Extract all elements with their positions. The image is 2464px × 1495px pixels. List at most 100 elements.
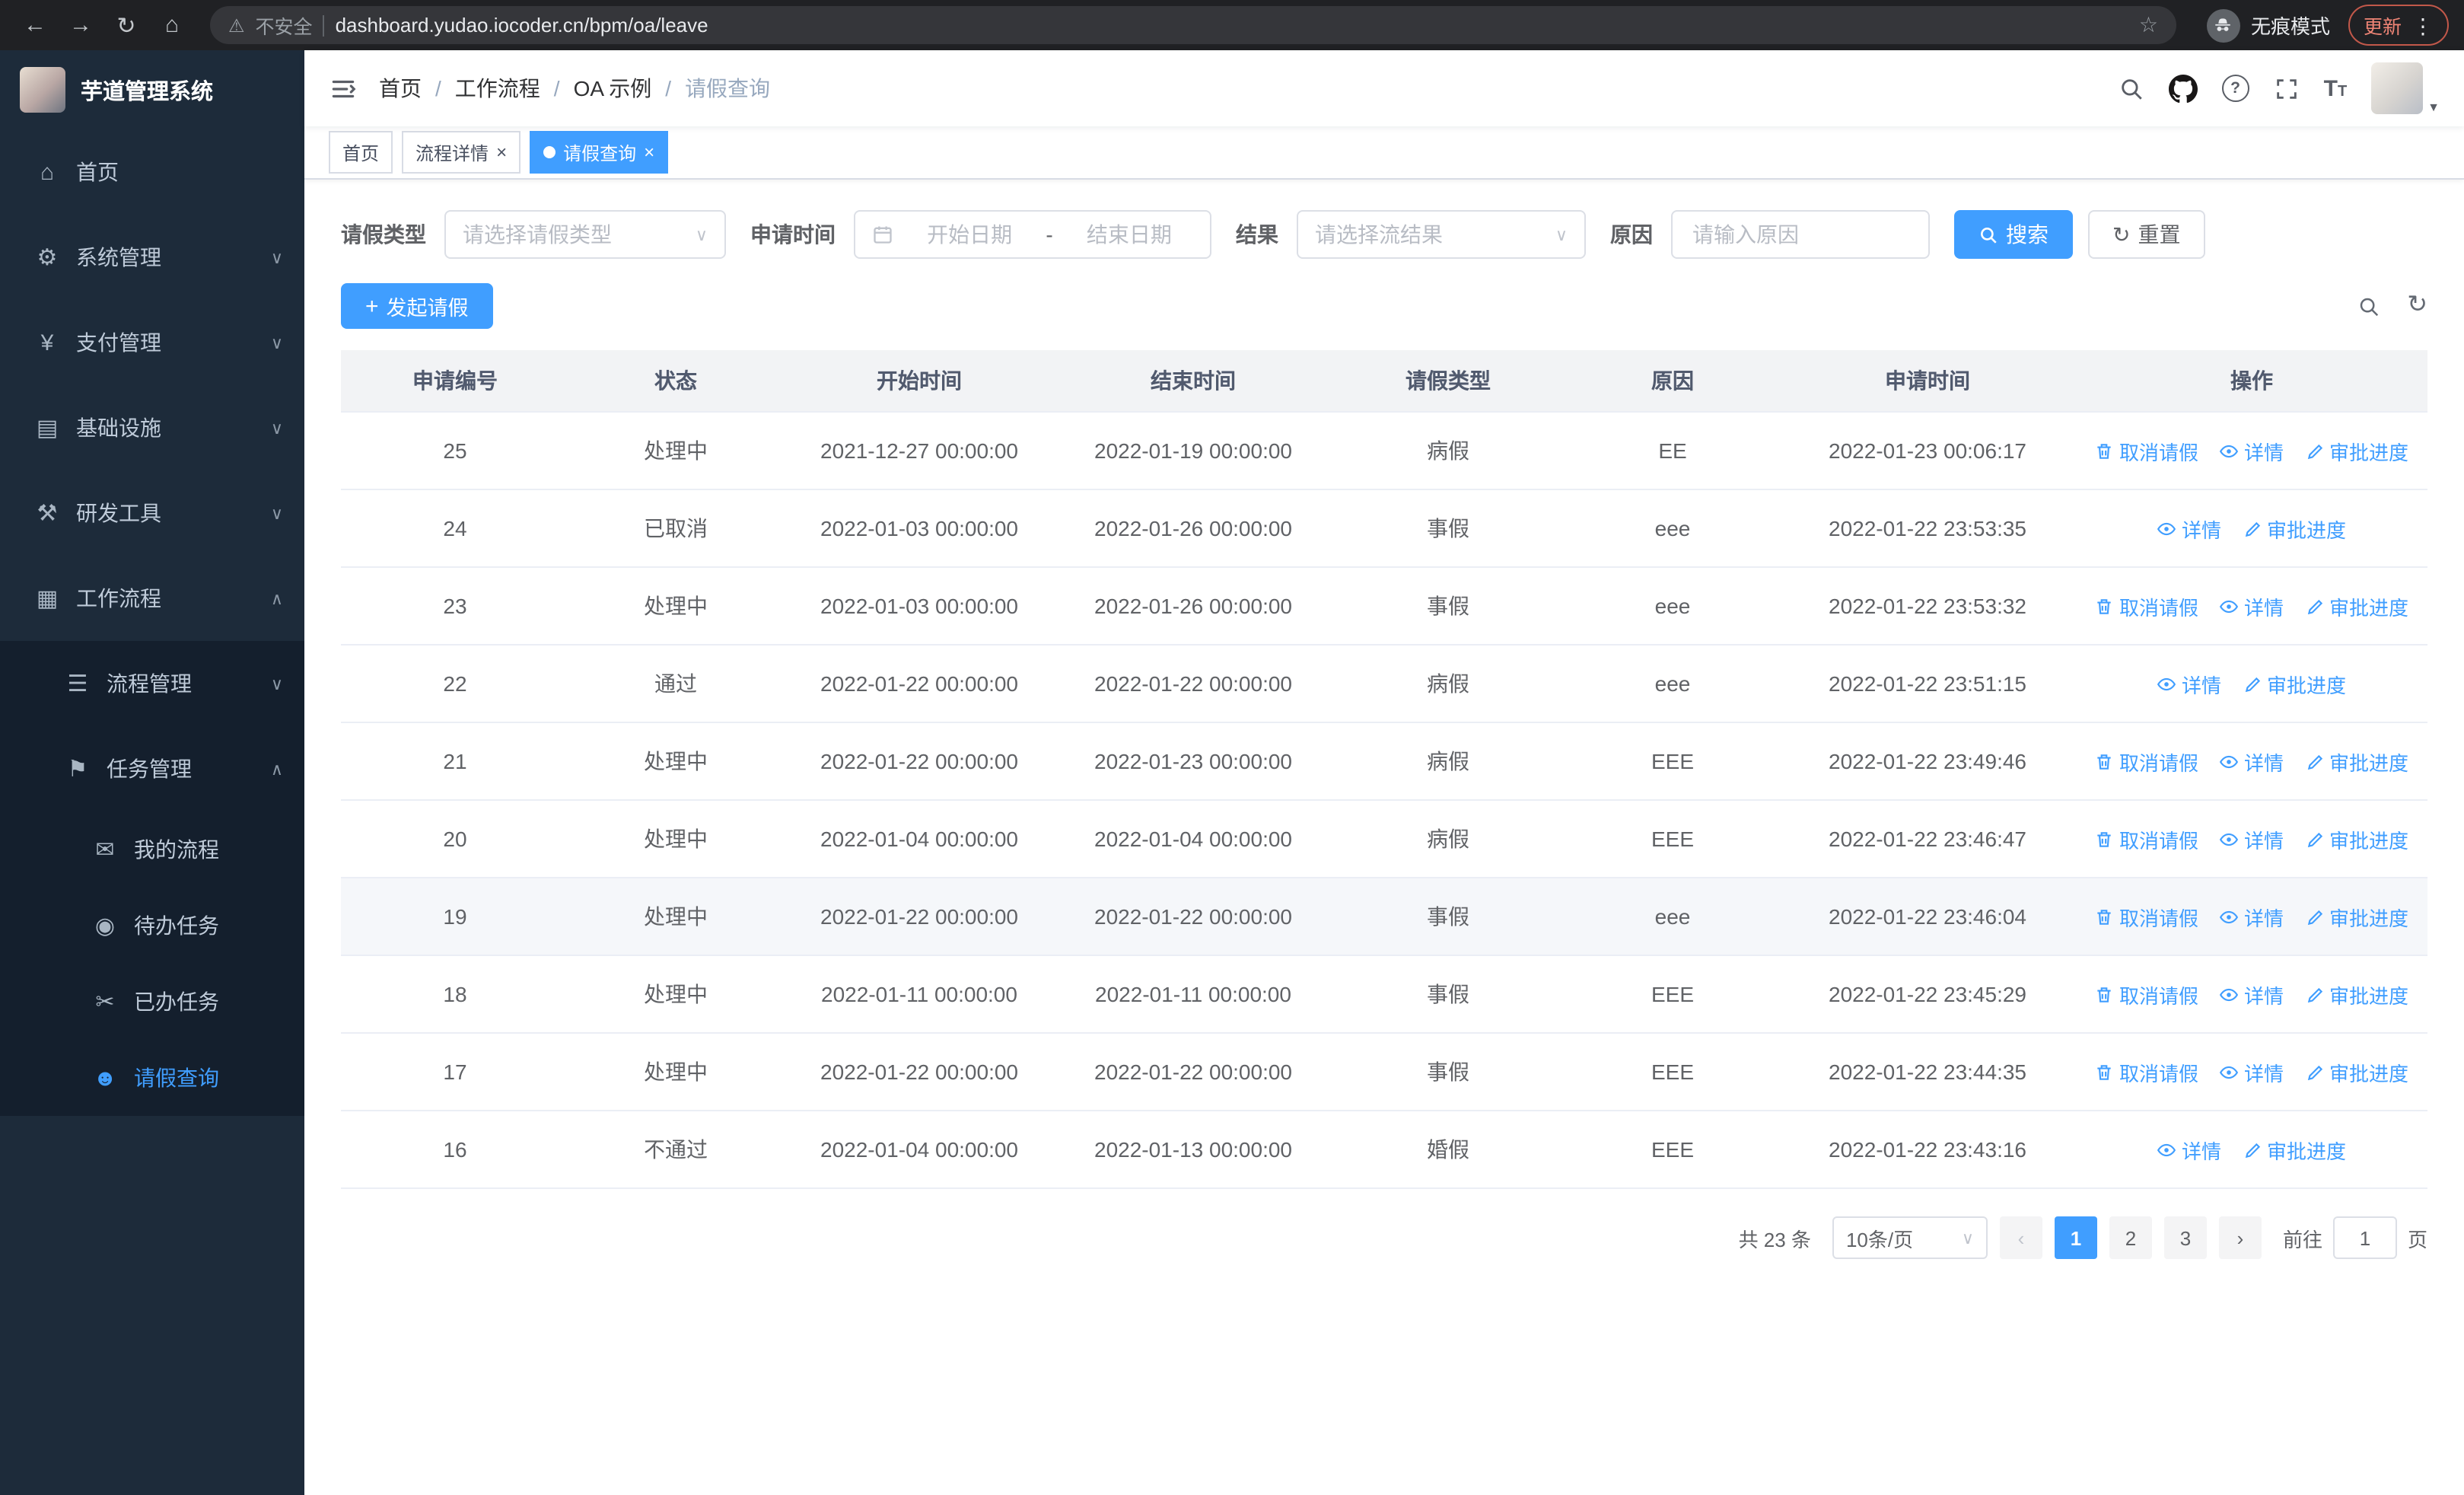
address-bar[interactable]: ⚠ 不安全 dashboard.yudao.iocoder.cn/bpm/oa/… [210,6,2176,44]
prev-page-button[interactable]: ‹ [1999,1216,2042,1259]
next-page-button[interactable]: › [2218,1216,2262,1259]
reload-icon[interactable]: ↻ [107,5,146,45]
search-icon[interactable] [2119,75,2144,101]
sidebar-item-task-management[interactable]: ⚑ 任务管理 ∧ [0,726,304,811]
cell-id: 20 [341,800,569,878]
back-icon[interactable]: ← [15,5,55,45]
detail-action-link[interactable]: 详情 [2220,436,2284,465]
sidebar-item-todo-tasks[interactable]: ◉ 待办任务 [0,888,304,964]
cell-id: 23 [341,567,569,645]
table-search-icon[interactable] [2357,295,2380,317]
close-icon[interactable]: × [644,143,654,161]
detail-action-link[interactable]: 详情 [2220,980,2284,1009]
cell-end-time: 2022-01-26 00:00:00 [1056,489,1330,568]
sidebar-item-process-management[interactable]: ☰ 流程管理 ∨ [0,641,304,726]
page-button-1[interactable]: 1 [2054,1216,2097,1259]
cell-reason: eee [1566,567,1779,645]
progress-action-link[interactable]: 审批进度 [2305,980,2408,1009]
progress-action-link[interactable]: 审批进度 [2243,669,2346,698]
chevron-down-icon: ∨ [270,419,283,438]
help-icon[interactable]: ? [2221,75,2249,102]
leave-type-select[interactable]: 请选择请假类型 ∨ [444,210,726,259]
reason-input[interactable] [1689,221,1912,248]
cell-start-time: 2022-01-22 00:00:00 [782,1033,1056,1111]
sidebar-item-leave-query[interactable]: ☻ 请假查询 [0,1040,304,1116]
detail-action-link[interactable]: 详情 [2157,1135,2221,1164]
github-icon[interactable] [2168,74,2198,103]
cancel-action-link[interactable]: 取消请假 [2095,824,2198,853]
sidebar-collapse-icon[interactable] [329,74,358,103]
update-button[interactable]: 更新 ⋮ [2348,5,2449,46]
progress-action-link[interactable]: 审批进度 [2243,1135,2346,1164]
breadcrumb-home[interactable]: 首页 [379,73,422,104]
task-flag-icon: ⚑ [67,757,88,783]
tab-leave-query[interactable]: 请假查询 × [530,131,669,174]
forward-icon[interactable]: → [61,5,100,45]
browser-home-icon[interactable]: ⌂ [152,5,192,45]
bookmark-star-icon[interactable]: ☆ [2139,12,2158,38]
browser-menu-icon[interactable]: ⋮ [2412,14,2434,36]
detail-action-link[interactable]: 详情 [2157,669,2221,698]
eye-icon [2220,444,2240,457]
edit-icon [2306,1064,2322,1080]
progress-action-link[interactable]: 审批进度 [2305,824,2408,853]
page-button-2[interactable]: 2 [2109,1216,2152,1259]
progress-action-link[interactable]: 审批进度 [2305,747,2408,776]
sidebar-item-devtools[interactable]: ⚒ 研发工具 ∨ [0,470,304,556]
tab-home[interactable]: 首页 [329,131,393,174]
fullscreen-icon[interactable] [2274,75,2300,101]
app-logo[interactable]: 芋道管理系统 [0,50,304,129]
progress-action-link[interactable]: 审批进度 [2305,436,2408,465]
sidebar-item-workflow[interactable]: ▦ 工作流程 ∧ [0,556,304,641]
sidebar-item-done-tasks[interactable]: ✂ 已办任务 [0,964,304,1040]
create-leave-button[interactable]: + 发起请假 [341,283,493,329]
progress-action-link[interactable]: 审批进度 [2243,514,2346,543]
detail-action-link[interactable]: 详情 [2220,824,2284,853]
sidebar-item-my-process[interactable]: ✉ 我的流程 [0,811,304,888]
search-button[interactable]: 搜索 [1954,210,2073,259]
breadcrumb-oa-example[interactable]: OA 示例 [574,73,652,104]
progress-action-link[interactable]: 审批进度 [2305,902,2408,931]
detail-action-link[interactable]: 详情 [2157,514,2221,543]
cell-leave-type: 病假 [1330,412,1566,490]
table-row: 17 处理中 2022-01-22 00:00:00 2022-01-22 00… [341,1033,2427,1111]
refresh-icon: ↻ [2112,222,2131,247]
progress-action-link[interactable]: 审批进度 [2305,1057,2408,1086]
page-size-select[interactable]: 10条/页 ∨ [1832,1216,1988,1259]
table-refresh-icon[interactable]: ↻ [2407,293,2427,318]
edit-icon [2306,987,2322,1003]
cancel-action-link[interactable]: 取消请假 [2095,436,2198,465]
sidebar-item-label: 任务管理 [107,757,192,781]
sidebar-item-system[interactable]: ⚙ 系统管理 ∨ [0,215,304,300]
sidebar-item-payment[interactable]: ¥ 支付管理 ∨ [0,300,304,385]
goto-page-input[interactable] [2332,1216,2397,1259]
table-row: 19 处理中 2022-01-22 00:00:00 2022-01-22 00… [341,878,2427,956]
sidebar-item-home[interactable]: ⌂ 首页 [0,129,304,215]
edit-icon [2306,754,2322,770]
cell-apply-time: 2022-01-22 23:51:15 [1779,645,2076,723]
result-select[interactable]: 请选择流结果 ∨ [1297,210,1586,259]
detail-action-link[interactable]: 详情 [2220,902,2284,931]
sidebar-item-infrastructure[interactable]: ▤ 基础设施 ∨ [0,385,304,470]
breadcrumb-workflow[interactable]: 工作流程 [455,73,540,104]
cancel-action-link[interactable]: 取消请假 [2095,902,2198,931]
reset-button[interactable]: ↻ 重置 [2088,210,2205,259]
end-date-placeholder: 结束日期 [1086,222,1172,247]
apply-time-range-picker[interactable]: 开始日期 - 结束日期 [854,210,1211,259]
close-icon[interactable]: × [496,143,507,161]
detail-action-link[interactable]: 详情 [2220,591,2284,620]
detail-action-link[interactable]: 详情 [2220,747,2284,776]
tab-process-detail[interactable]: 流程详情 × [402,131,521,174]
cancel-action-link[interactable]: 取消请假 [2095,980,2198,1009]
chevron-down-icon: ∨ [270,334,283,352]
cancel-action-link[interactable]: 取消请假 [2095,591,2198,620]
cancel-action-link[interactable]: 取消请假 [2095,747,2198,776]
cancel-action-link[interactable]: 取消请假 [2095,1057,2198,1086]
column-header-reason: 原因 [1566,350,1779,413]
detail-action-link[interactable]: 详情 [2220,1057,2284,1086]
user-menu[interactable]: ▼ [2371,62,2440,114]
progress-action-link[interactable]: 审批进度 [2305,591,2408,620]
font-size-icon[interactable]: TT [2324,77,2348,100]
page-button-3[interactable]: 3 [2163,1216,2207,1259]
cell-actions: 取消请假 详情 审批进度 [2076,722,2427,801]
